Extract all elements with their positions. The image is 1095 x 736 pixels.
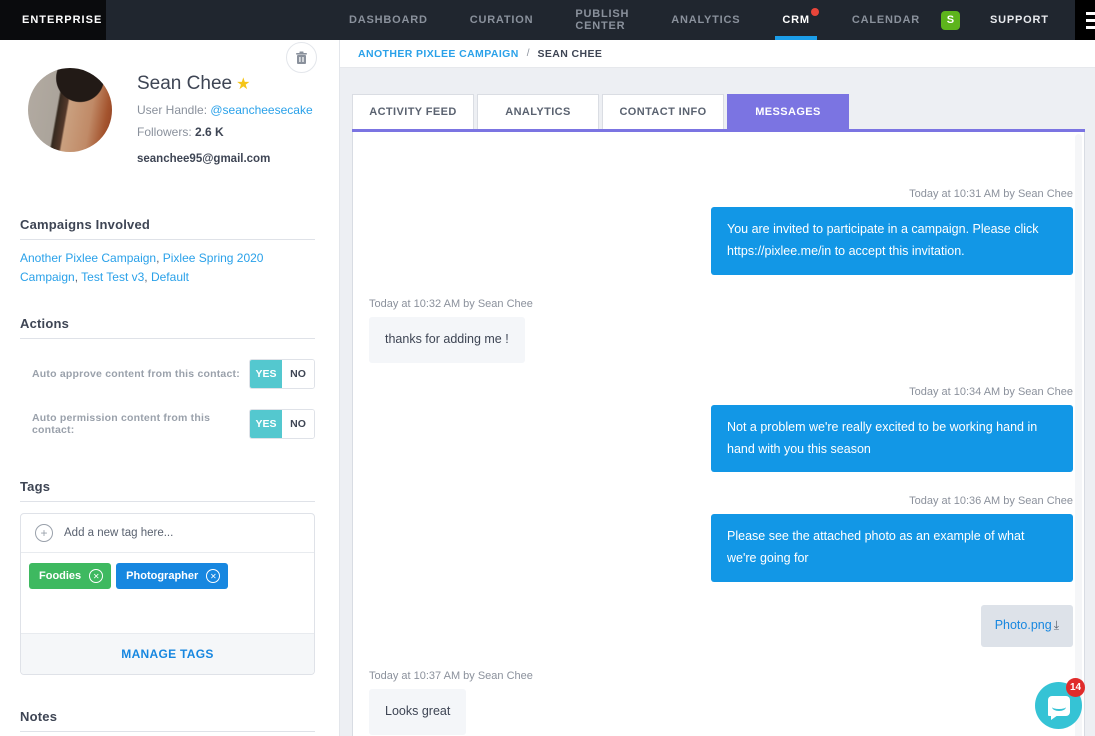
toggle-no[interactable]: NO [282,360,314,388]
tags-footer: MANAGE TAGS [21,633,314,674]
campaign-link[interactable]: Default [151,270,189,284]
breadcrumb-campaign-link[interactable]: ANOTHER PIXLEE CAMPAIGN [358,48,519,60]
profile-header: Sean Chee★ User Handle: @seancheesecake … [20,68,315,165]
add-tag-placeholder: Add a new tag here... [64,527,173,539]
toggle-yes[interactable]: YES [250,360,282,388]
star-icon: ★ [236,76,250,93]
nav-item-crm[interactable]: CRM [761,0,830,40]
user-avatar-badge[interactable]: S [941,11,960,30]
contact-email: seanchee95@gmail.com [137,153,313,165]
action-row: Auto permission content from this contac… [20,409,315,439]
message-timestamp: Today at 10:34 AM by Sean Chee [369,386,1073,398]
tag-chip[interactable]: Foodies✕ [29,563,111,589]
action-label: Auto approve content from this contact: [32,368,240,380]
yes-no-toggle[interactable]: YESNO [249,409,315,439]
message-group: Today at 10:34 AM by Sean Chee Not a prob… [369,386,1073,473]
message-bubble: thanks for adding me ! [369,317,525,363]
nav-item-dashboard[interactable]: DASHBOARD [328,0,449,40]
message-thread: Today at 10:31 AM by Sean Chee You are in… [353,132,1084,736]
tag-list: Foodies✕Photographer✕ [21,553,314,633]
campaign-links: Another Pixlee Campaign, Pixlee Spring 2… [20,249,315,286]
chat-bubble-icon [1048,696,1070,716]
remove-tag-icon[interactable]: ✕ [89,569,103,583]
actions-title: Actions [20,316,315,331]
campaign-link[interactable]: Another Pixlee Campaign [20,251,156,265]
message-group: Today at 10:37 AM by Sean Chee Looks grea… [369,670,1073,735]
message-timestamp: Today at 10:31 AM by Sean Chee [369,188,1073,200]
action-row: Auto approve content from this contact: Y… [20,359,315,389]
message-bubble: Not a problem we're really excited to be… [711,405,1073,473]
tab-activity-feed[interactable]: ACTIVITY FEED [352,94,474,129]
messages-panel: Today at 10:31 AM by Sean Chee You are in… [352,132,1085,736]
unread-count-badge: 14 [1066,678,1085,697]
brand[interactable]: ENTERPRISE [0,0,106,40]
hamburger-menu-icon[interactable] [1075,0,1095,40]
campaign-separator: , [156,251,163,265]
brand-name: ENTERPRISE [22,14,102,26]
nav-item-analytics[interactable]: ANALYTICS [650,0,761,40]
tab-messages[interactable]: MESSAGES [727,94,849,129]
nav-items: DASHBOARDCURATIONPUBLISH CENTERANALYTICS… [328,0,941,40]
user-handle-row: User Handle: @seancheesecake [137,103,313,117]
main-area: ANOTHER PIXLEE CAMPAIGN / SEAN CHEE ACTI… [340,40,1095,736]
nav-item-publish-center[interactable]: PUBLISH CENTER [554,0,650,40]
nav-item-calendar[interactable]: CALENDAR [831,0,941,40]
nav-item-curation[interactable]: CURATION [449,0,555,40]
contact-sidebar: Sean Chee★ User Handle: @seancheesecake … [0,40,340,736]
message-bubble: You are invited to participate in a camp… [711,207,1073,275]
plus-icon: + [35,524,53,542]
tags-section: Tags + Add a new tag here... Foodies✕Pho… [20,479,315,675]
support-link[interactable]: SUPPORT [960,14,1075,26]
toggle-no[interactable]: NO [282,410,314,438]
toggle-yes[interactable]: YES [250,410,282,438]
yes-no-toggle[interactable]: YESNO [249,359,315,389]
action-label: Auto permission content from this contac… [32,412,249,436]
tag-chip[interactable]: Photographer✕ [116,563,228,589]
top-nav: ENTERPRISE DASHBOARDCURATIONPUBLISH CENT… [0,0,1095,40]
tab-contact-info[interactable]: CONTACT INFO [602,94,724,129]
message-timestamp: Today at 10:32 AM by Sean Chee [369,298,1073,310]
actions-section: Actions Auto approve content from this c… [20,316,315,439]
campaign-link[interactable]: Test Test v3 [81,270,144,284]
active-tab-underline [775,36,816,40]
message-group: Today at 10:31 AM by Sean Chee You are in… [369,188,1073,275]
message-group: Photo.png⤓ [369,605,1073,647]
user-handle-link[interactable]: @seancheesecake [210,103,312,117]
trash-icon [295,51,308,65]
message-group: Today at 10:32 AM by Sean Chee thanks for… [369,298,1073,363]
campaigns-section: Campaigns Involved Another Pixlee Campai… [20,217,315,286]
nav-right: S SUPPORT [941,0,1095,40]
attachment-bubble[interactable]: Photo.png⤓ [981,605,1073,647]
message-timestamp: Today at 10:36 AM by Sean Chee [369,495,1073,507]
avatar [28,68,112,152]
download-icon: ⤓ [1054,618,1059,632]
message-bubble: Looks great [369,689,466,735]
pixlee-logo-icon [12,10,13,30]
message-group: Today at 10:36 AM by Sean Chee Please see… [369,495,1073,582]
breadcrumb-current: SEAN CHEE [537,48,602,60]
notes-section: Notes This is a general note that I made… [20,709,315,736]
add-tag-input[interactable]: + Add a new tag here... [21,514,314,553]
followers-row: Followers: 2.6 K [137,125,313,139]
tags-title: Tags [20,479,315,494]
contact-name: Sean Chee★ [137,73,313,95]
breadcrumb: ANOTHER PIXLEE CAMPAIGN / SEAN CHEE [340,40,1095,68]
tab-analytics[interactable]: ANALYTICS [477,94,599,129]
campaigns-title: Campaigns Involved [20,217,315,232]
remove-tag-icon[interactable]: ✕ [206,569,220,583]
notification-dot-icon [811,8,819,16]
message-bubble: Please see the attached photo as an exam… [711,514,1073,582]
message-timestamp: Today at 10:37 AM by Sean Chee [369,670,1073,682]
scrollbar[interactable] [1075,134,1082,736]
tabs: ACTIVITY FEEDANALYTICSCONTACT INFOMESSAG… [352,94,1085,129]
manage-tags-button[interactable]: MANAGE TAGS [121,647,213,661]
tags-card: + Add a new tag here... Foodies✕Photogra… [20,513,315,675]
notes-title: Notes [20,709,315,724]
campaign-separator: , [144,270,151,284]
intercom-launcher[interactable]: 14 [1035,682,1082,729]
delete-contact-button[interactable] [286,42,317,73]
breadcrumb-separator: / [527,48,530,59]
